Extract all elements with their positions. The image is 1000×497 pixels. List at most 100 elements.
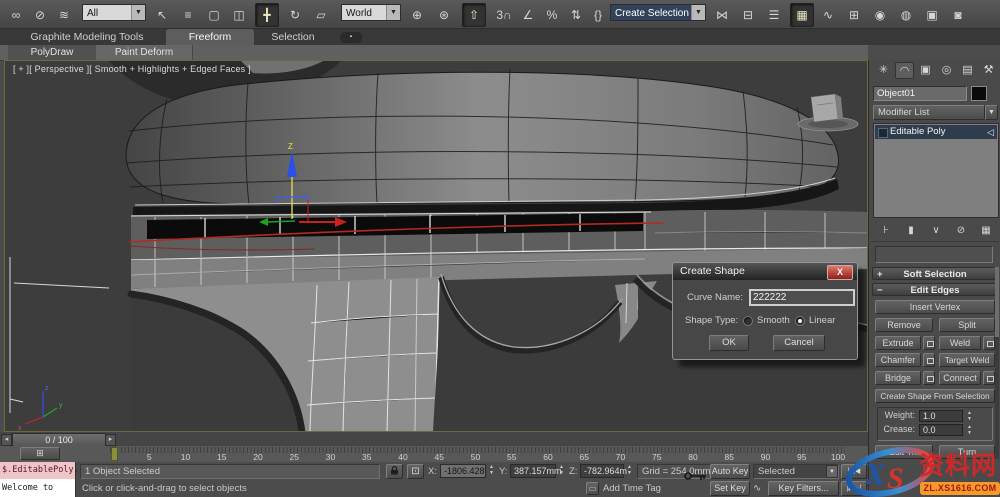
select-and-manipulate-icon[interactable]: ⊛	[432, 3, 456, 27]
insert-vertex-button[interactable]: Insert Vertex	[875, 300, 995, 314]
perspective-viewport[interactable]: x y z Z [+][Perspective][Smooth + H…	[4, 60, 868, 435]
display-tab-icon[interactable]: ▤	[958, 62, 977, 79]
connect-settings-button[interactable]	[983, 371, 995, 385]
use-pivot-point-center-icon[interactable]: ⊕	[405, 3, 429, 27]
bind-to-space-warp-icon[interactable]: ≋	[52, 3, 76, 27]
vertex-mode-icon[interactable]: ◁	[987, 125, 994, 139]
weight-field[interactable]: 1.0	[919, 410, 963, 422]
material-editor-icon[interactable]: ◉	[868, 3, 892, 27]
select-and-scale-icon[interactable]: ▱	[309, 3, 333, 27]
ribbon-options-icon[interactable]: ▪	[340, 32, 362, 43]
extrude-settings-button[interactable]	[923, 336, 935, 350]
open-mini-curve-editor-button[interactable]: ⊞	[20, 447, 60, 460]
bridge-button[interactable]: Bridge	[875, 371, 921, 385]
ok-button[interactable]: OK	[709, 335, 749, 351]
dropdown-arrow-icon[interactable]: ▼	[386, 5, 400, 20]
select-object-icon[interactable]: ↖	[150, 3, 174, 27]
edit-named-selection-sets-icon[interactable]: {}	[586, 3, 610, 27]
crease-spinner[interactable]: ▲ ▼	[965, 424, 974, 436]
modifier-list-dropdown[interactable]: Modifier List	[873, 105, 985, 120]
remove-button[interactable]: Remove	[875, 318, 933, 332]
weight-spinner[interactable]: ▲ ▼	[965, 410, 974, 422]
layer-manager-icon[interactable]: ☰	[762, 3, 786, 27]
x-coordinate-field[interactable]: -1806.428	[440, 464, 486, 478]
angle-snap-icon[interactable]: ∠	[516, 3, 540, 27]
connect-button[interactable]: Connect	[939, 371, 981, 385]
configure-modifier-sets-icon[interactable]: ▦	[975, 222, 997, 239]
show-end-result-icon[interactable]: ▮	[900, 222, 922, 239]
modifier-stack[interactable]: Editable Poly ◁	[873, 123, 999, 218]
tab-selection[interactable]: Selection	[254, 29, 332, 45]
dropdown-arrow-icon[interactable]: ▼	[131, 5, 145, 20]
named-selection-sets-dropdown[interactable]: Create Selection Se ▼	[610, 4, 706, 21]
target-weld-button[interactable]: Target Weld	[939, 353, 995, 367]
y-spinner[interactable]: ▲ ▼	[557, 464, 566, 476]
panel-scrollbar[interactable]	[995, 267, 999, 459]
tab-freeform[interactable]: Freeform	[166, 29, 254, 45]
time-slider-handle[interactable]: 0 / 100	[12, 433, 106, 447]
curve-editor-icon[interactable]: ∿	[816, 3, 840, 27]
soft-selection-rollout[interactable]: + Soft Selection	[872, 267, 998, 280]
weld-settings-button[interactable]	[983, 336, 995, 350]
smooth-radio-label[interactable]: Smooth	[757, 315, 790, 326]
pin-stack-icon[interactable]: ⊦	[875, 222, 897, 239]
edit-edges-rollout[interactable]: − Edit Edges	[872, 283, 998, 296]
cancel-button[interactable]: Cancel	[773, 335, 825, 351]
linear-radio-label[interactable]: Linear	[809, 315, 835, 326]
bridge-settings-button[interactable]	[923, 371, 935, 385]
track-bar[interactable]: ⊞ 05101520253035404550556065707580859095…	[0, 446, 868, 463]
render-production-icon[interactable]: ◙	[946, 3, 970, 27]
graphite-modeling-toggle-icon[interactable]: ▦	[790, 3, 814, 27]
selection-set-arrow-icon[interactable]: ▼	[826, 465, 838, 478]
stack-item-editable-poly[interactable]: Editable Poly ◁	[875, 125, 997, 139]
smooth-radio[interactable]	[743, 316, 753, 326]
previous-frame-icon[interactable]: ◂	[1, 434, 12, 446]
mirror-icon[interactable]: ⋈	[710, 3, 734, 27]
make-unique-icon[interactable]: ∨	[925, 222, 947, 239]
maxscript-listener-line1[interactable]: $.EditablePoly.	[0, 462, 79, 479]
absolute-mode-toggle[interactable]: ⊡	[407, 464, 424, 479]
remove-modifier-icon[interactable]: ⊘	[950, 222, 972, 239]
snaps-toggle-icon[interactable]: 3∩	[492, 3, 516, 27]
scrollbar-thumb[interactable]	[995, 267, 999, 337]
time-slider[interactable]: ◂ 0 / 100 ▸	[0, 432, 868, 447]
dropdown-arrow-icon[interactable]: ▼	[691, 5, 705, 20]
window-crossing-icon[interactable]: ◫	[227, 3, 251, 27]
create-shape-from-selection-button[interactable]: Create Shape From Selection	[875, 389, 995, 403]
key-filters-button[interactable]: Key Filters...	[768, 481, 839, 496]
object-name-field[interactable]: Object01	[873, 86, 967, 101]
reference-coordinate-system-dropdown[interactable]: World ▼	[341, 4, 401, 21]
next-frame-icon[interactable]: ▸	[105, 434, 116, 446]
curve-name-input[interactable]	[749, 289, 855, 306]
viewport-label[interactable]: [ + ][ Perspective ][ Smooth + Highlight…	[13, 64, 251, 74]
modify-tab-icon[interactable]: ◠	[895, 62, 914, 79]
keyboard-shortcut-override-icon[interactable]: ⇧	[462, 3, 486, 27]
crease-field[interactable]: 0.0	[919, 424, 963, 436]
set-key-button[interactable]: Set Key	[710, 481, 750, 496]
schematic-view-icon[interactable]: ⊞	[842, 3, 866, 27]
rectangular-selection-region-icon[interactable]: ▢	[202, 3, 226, 27]
key-mode-curve-icon[interactable]: ∿	[753, 483, 761, 494]
x-spinner[interactable]: ▲ ▼	[487, 464, 496, 476]
z-coordinate-field[interactable]: -782.964m	[580, 464, 627, 478]
current-frame-marker[interactable]	[111, 447, 118, 461]
rendered-frame-window-icon[interactable]: ▣	[920, 3, 944, 27]
selection-filter-dropdown[interactable]: All ▼	[82, 4, 146, 21]
tab-graphite-modeling-tools[interactable]: Graphite Modeling Tools	[8, 29, 166, 45]
tab-paint-deform[interactable]: Paint Deform	[96, 45, 193, 60]
select-and-link-icon[interactable]: ∞	[4, 3, 28, 27]
auto-key-button[interactable]: Auto Key	[710, 464, 750, 479]
split-button[interactable]: Split	[939, 318, 995, 332]
add-time-tag[interactable]: Add Time Tag	[603, 483, 661, 494]
close-icon[interactable]: X	[827, 265, 853, 280]
percent-snap-icon[interactable]: %	[540, 3, 564, 27]
maxscript-listener-line2[interactable]: Welcome to MAX!	[0, 479, 76, 497]
y-coordinate-field[interactable]: 387.157mm	[510, 464, 562, 478]
weld-button[interactable]: Weld	[939, 336, 981, 350]
render-setup-icon[interactable]: ◍	[894, 3, 918, 27]
spinner-snap-icon[interactable]: ⇅	[564, 3, 588, 27]
unlink-selection-icon[interactable]: ⊘	[28, 3, 52, 27]
select-by-name-icon[interactable]: ≡	[176, 3, 200, 27]
align-icon[interactable]: ⊟	[736, 3, 760, 27]
model-body[interactable]	[125, 71, 839, 205]
